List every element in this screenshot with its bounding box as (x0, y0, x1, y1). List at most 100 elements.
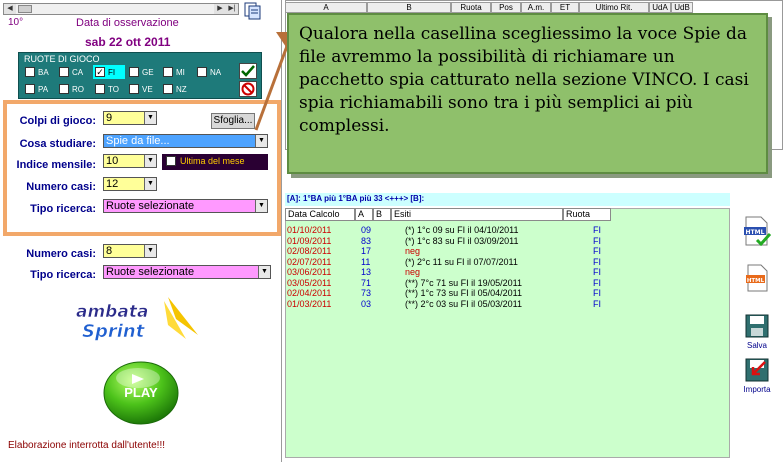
indice-select[interactable]: 10 ▼ (103, 154, 157, 168)
svg-text:HTML: HTML (746, 229, 765, 236)
numero2-value: 8 (106, 245, 113, 257)
label-TO: TO (108, 85, 119, 94)
chevron-down-icon[interactable]: ▼ (144, 178, 156, 190)
numero2-label: Numero casi: (26, 248, 96, 260)
cell-a: 17 (361, 246, 372, 256)
checkbox-GE[interactable] (129, 67, 139, 77)
scroll-thumb[interactable] (18, 5, 32, 13)
tipo2-select[interactable]: Ruote selezionate ▼ (103, 265, 271, 279)
header-esiti[interactable]: Esiti (391, 208, 563, 221)
play-button[interactable]: PLAY (102, 360, 180, 426)
tipo-select[interactable]: Ruote selezionate ▼ (103, 199, 268, 213)
svg-text:HTML: HTML (747, 278, 765, 284)
importa-label: Importa (743, 385, 771, 394)
scroll-left-icon[interactable]: ◀ (4, 4, 16, 14)
html-check-icon: HTML (744, 216, 772, 247)
salva-button[interactable]: Salva (740, 314, 774, 350)
table-row[interactable]: 02/04/2011 73 (**) 1°c 73 su FI il 05/04/2… (285, 288, 730, 298)
cell-date: 01/03/2011 (287, 298, 332, 309)
checkbox-FI[interactable]: ✓ (95, 67, 105, 77)
cell-ruota: FI (593, 267, 601, 277)
horizontal-scrollbar[interactable]: ◀ ▶ ▶| (3, 3, 239, 15)
label-NA: NA (210, 68, 222, 77)
ruote-title: RUOTE DI GIOCO (24, 54, 100, 64)
observation-label: Data di osservazione (76, 17, 179, 29)
export-html-button[interactable]: HTML (741, 216, 773, 249)
col-ultimo-rit[interactable]: Ultimo Rit. (579, 2, 649, 13)
chevron-down-icon[interactable]: ▼ (144, 245, 156, 257)
ultima-label: Ultima del mese (180, 156, 245, 166)
cell-a: 13 (361, 267, 372, 277)
logo-line2: Sprint (82, 321, 146, 342)
importa-button[interactable]: Importa (738, 358, 776, 394)
col-ruota[interactable]: Ruota (451, 2, 491, 13)
label-FI: FI (108, 68, 116, 77)
checkbox-PA[interactable] (25, 84, 35, 94)
col-uda[interactable]: UdA (649, 2, 671, 13)
numero2-select[interactable]: 8 ▼ (103, 244, 157, 258)
play-label: PLAY (124, 385, 158, 400)
floppy-disk-icon (745, 314, 769, 338)
ambata-sprint-logo: ambata Sprint (76, 297, 198, 342)
status-message: Elaborazione interrotta dall'utente!!! (8, 440, 166, 451)
label-MI: MI (176, 68, 185, 77)
table-row[interactable]: 01/10/2011 09 (*) 1°c 09 su FI il 04/10/20… (285, 225, 730, 235)
numero-label: Numero casi: (26, 181, 96, 193)
observation-date: sab 22 ott 2011 (85, 35, 171, 49)
header-a[interactable]: A (355, 208, 373, 221)
scroll-right-icon[interactable]: ▶ (214, 4, 226, 14)
chevron-down-icon[interactable]: ▼ (144, 112, 156, 124)
colpi-select[interactable]: 9 ▼ (103, 111, 157, 125)
checkbox-NA[interactable] (197, 67, 207, 77)
cell-ruota: FI (593, 298, 601, 309)
scroll-end-icon[interactable]: ▶| (226, 4, 238, 14)
checkbox-CA[interactable] (59, 67, 69, 77)
table-row[interactable]: 03/06/2011 13 neg FI (285, 267, 730, 277)
checkbox-NZ[interactable] (163, 84, 173, 94)
table-row[interactable]: 01/09/2011 83 (*) 1°c 83 su FI il 03/09/20… (285, 236, 730, 246)
ultima-checkbox[interactable] (166, 156, 176, 166)
open-html-button[interactable]: HTML (741, 264, 773, 295)
sheet-column-headers: A B Ruota Pos A.m. ET Ultimo Rit. UdA Ud… (285, 2, 783, 13)
cell-date: 01/09/2011 (287, 235, 332, 246)
chevron-down-icon[interactable]: ▼ (144, 155, 156, 167)
table-row[interactable]: 02/08/2011 17 neg FI (285, 246, 730, 256)
col-B[interactable]: B (367, 2, 451, 13)
col-am[interactable]: A.m. (521, 2, 551, 13)
ruote-group: RUOTE DI GIOCO BA CA ✓ FI GE MI NA PA RO… (18, 52, 262, 99)
table-row[interactable]: 02/07/2011 11 (*) 2°c 11 su FI il 07/07/20… (285, 257, 730, 267)
cell-esito: neg (405, 246, 421, 256)
cell-esito: (*) 1°c 83 su FI il 03/09/2011 (405, 235, 519, 246)
checkbox-RO[interactable] (59, 84, 69, 94)
header-b[interactable]: B (373, 208, 391, 221)
table-row[interactable]: 01/03/2011 03 (**) 2°c 03 su FI il 05/03/2… (285, 299, 730, 309)
numero-select[interactable]: 12 ▼ (103, 177, 157, 191)
header-data-calcolo[interactable]: Data Calcolo (285, 208, 355, 221)
cell-date: 02/04/2011 (287, 288, 332, 298)
cell-ruota: FI (593, 288, 601, 298)
checkbox-TO[interactable] (95, 84, 105, 94)
col-udb[interactable]: UdB (671, 2, 693, 13)
cell-date: 01/10/2011 (287, 225, 332, 235)
checkbox-BA[interactable] (25, 67, 35, 77)
chevron-down-icon[interactable]: ▼ (258, 266, 270, 278)
table-row[interactable]: 03/05/2011 71 (**) 7°c 71 su FI il 19/05/2… (285, 278, 730, 288)
cell-esito: (*) 2°c 11 su FI il 07/07/2011 (405, 256, 518, 267)
label-CA: CA (72, 68, 84, 77)
col-et[interactable]: ET (551, 2, 579, 13)
chevron-down-icon[interactable]: ▼ (255, 200, 267, 212)
col-pos[interactable]: Pos (491, 2, 521, 13)
tipo2-label: Tipo ricerca: (30, 269, 96, 281)
cell-ruota: FI (593, 225, 601, 235)
cosa-value: Spie da file... (106, 135, 170, 147)
checkbox-VE[interactable] (129, 84, 139, 94)
html-file-icon: HTML (746, 264, 768, 292)
label-BA: BA (38, 68, 49, 77)
header-ruota[interactable]: Ruota (563, 208, 611, 221)
numero-value: 12 (106, 178, 119, 190)
tipo-label: Tipo ricerca: (30, 203, 96, 215)
checkbox-MI[interactable] (163, 67, 173, 77)
ultima-checkbox-row[interactable]: Ultima del mese (162, 154, 268, 170)
cell-date: 02/07/2011 (287, 256, 332, 267)
cosa-label: Cosa studiare: (19, 138, 96, 150)
